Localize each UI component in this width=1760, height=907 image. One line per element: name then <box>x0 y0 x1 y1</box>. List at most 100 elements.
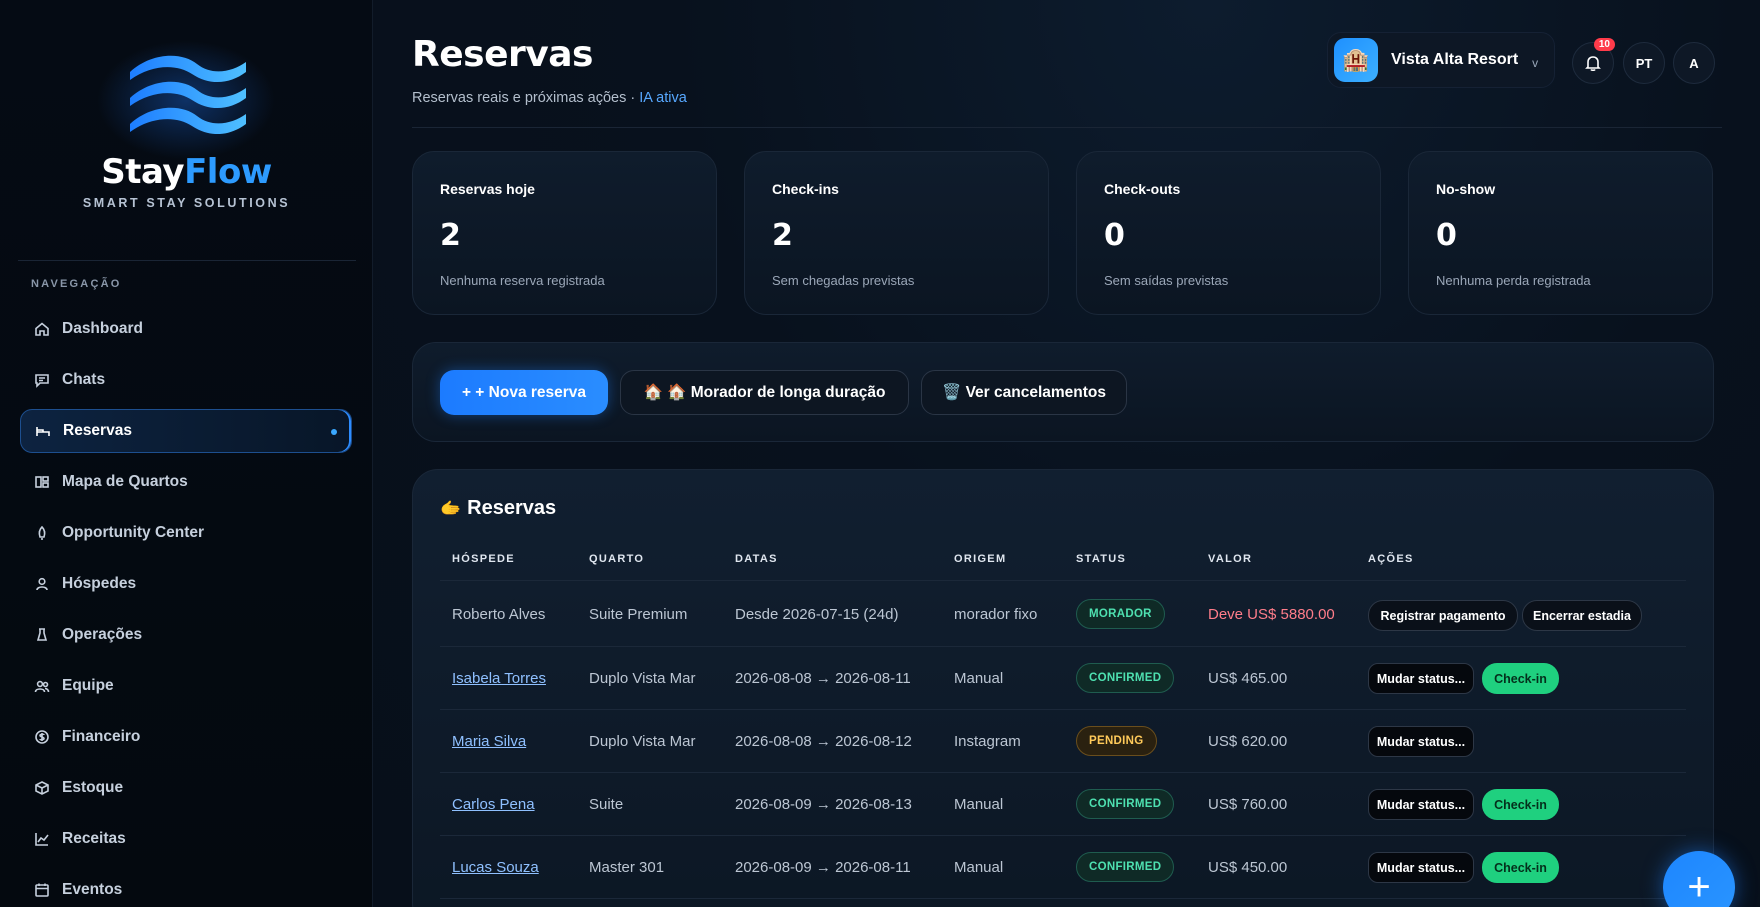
kpi-card-check-outs: Check-outs 0 Sem saídas previstas <box>1076 151 1381 315</box>
sidebar-item-label: Dashboard <box>62 320 143 337</box>
kpi-value: 2 <box>440 218 461 253</box>
page-subtitle: Reservas reais e próximas ações · IA ati… <box>412 90 687 106</box>
sidebar-item-chats[interactable]: Chats <box>20 358 352 402</box>
nav-section-title: NAVEGAÇÃO <box>31 278 122 290</box>
sidebar-item-label: Equipe <box>62 677 114 694</box>
kpi-label: Reservas hoje <box>440 181 535 197</box>
kpi-card-check-ins: Check-ins 2 Sem chegadas previstas <box>744 151 1049 315</box>
stay-dates: 2026-08-09 → 2026-08-11 <box>735 859 911 876</box>
bell-icon <box>1585 56 1601 72</box>
room-name: Duplo Vista Mar <box>589 670 696 687</box>
chat-icon <box>34 372 50 388</box>
team-icon <box>34 678 50 694</box>
status-badge: CONFIRMED <box>1076 789 1175 819</box>
language-button[interactable]: PT <box>1623 42 1665 84</box>
reservations-table-panel: 🫱 Reservas HÓSPEDE QUARTO DATAS ORIGEM S… <box>412 469 1714 907</box>
chart-icon <box>34 831 50 847</box>
kpi-card-reservas-hoje: Reservas hoje 2 Nenhuma reserva registra… <box>412 151 717 315</box>
hotel-selector[interactable]: 🏨 Vista Alta Resort v <box>1327 32 1555 88</box>
status-badge: PENDING <box>1076 726 1157 756</box>
bed-icon <box>35 423 51 439</box>
change-status-select[interactable]: Mudar status... <box>1368 663 1474 694</box>
avatar[interactable]: A <box>1673 42 1715 84</box>
change-status-select[interactable]: Mudar status... <box>1368 789 1474 820</box>
end-stay-button[interactable]: Encerrar estadia <box>1522 600 1642 631</box>
row-divider <box>440 709 1686 710</box>
row-divider <box>440 898 1686 899</box>
stay-dates: 2026-08-08 → 2026-08-11 <box>735 670 911 687</box>
table-title: 🫱 Reservas <box>440 497 557 519</box>
kpi-label: No-show <box>1436 181 1496 197</box>
sidebar-item-eventos[interactable]: Eventos <box>20 868 352 907</box>
check-in-button[interactable]: Check-in <box>1482 789 1559 820</box>
kpi-note: Nenhuma reserva registrada <box>440 273 605 288</box>
notifications-button[interactable]: 10 <box>1572 38 1615 84</box>
check-in-button[interactable]: Check-in <box>1482 663 1559 694</box>
sidebar-item-operacoes[interactable]: Operações <box>20 613 352 657</box>
register-payment-button[interactable]: Registrar pagamento <box>1368 600 1518 631</box>
flask-icon <box>34 627 50 643</box>
room-name: Duplo Vista Mar <box>589 733 696 750</box>
guest-name-link[interactable]: Lucas Souza <box>452 859 539 876</box>
sidebar-item-label: Receitas <box>62 830 126 847</box>
change-status-select[interactable]: Mudar status... <box>1368 726 1474 757</box>
active-indicator-dot <box>331 429 337 435</box>
kpi-note: Nenhuma perda registrada <box>1436 273 1591 288</box>
ia-status-link[interactable]: IA ativa <box>639 90 687 106</box>
handshake-icon: 🫱 <box>440 498 462 518</box>
booking-origin: Manual <box>954 796 1004 813</box>
reservation-value: US$ 620.00 <box>1208 733 1288 750</box>
sidebar-item-mapa-de-quartos[interactable]: Mapa de Quartos <box>20 460 352 504</box>
status-badge: CONFIRMED <box>1076 852 1175 882</box>
rocket-icon <box>34 525 50 541</box>
sidebar-item-reservas[interactable]: Reservas <box>20 409 352 453</box>
sidebar-item-dashboard[interactable]: Dashboard <box>20 307 352 351</box>
home-icon <box>34 321 50 337</box>
status-badge: MORADOR <box>1076 599 1165 629</box>
brand-logo: StayFlow SMART STAY SOLUTIONS <box>0 40 373 210</box>
guest-name-link[interactable]: Maria Silva <box>452 733 526 750</box>
kpi-value: 0 <box>1104 218 1125 253</box>
reservation-value: Deve US$ 5880.00 <box>1208 606 1335 623</box>
map-icon <box>34 474 50 490</box>
status-badge: CONFIRMED <box>1076 663 1175 693</box>
column-header-value: VALOR <box>1208 553 1253 565</box>
sidebar-divider <box>18 260 356 261</box>
sidebar-item-receitas[interactable]: Receitas <box>20 817 352 861</box>
brand-name: StayFlow <box>101 152 272 192</box>
brand-tagline: SMART STAY SOLUTIONS <box>82 196 291 210</box>
user-icon <box>34 576 50 592</box>
sidebar-item-hospedes[interactable]: Hóspedes <box>20 562 352 606</box>
booking-origin: Manual <box>954 859 1004 876</box>
sidebar-item-label: Chats <box>62 371 106 388</box>
column-header-origin: ORIGEM <box>954 553 1007 565</box>
row-divider <box>440 646 1686 647</box>
column-header-guest: HÓSPEDE <box>452 553 515 565</box>
sidebar-item-estoque[interactable]: Estoque <box>20 766 352 810</box>
view-cancellations-button[interactable]: 🗑️ Ver cancelamentos <box>921 370 1127 415</box>
sidebar-item-label: Estoque <box>62 779 124 796</box>
sidebar-item-equipe[interactable]: Equipe <box>20 664 352 708</box>
row-divider <box>440 772 1686 773</box>
sidebar-item-financeiro[interactable]: Financeiro <box>20 715 352 759</box>
guest-name-link[interactable]: Isabela Torres <box>452 670 546 687</box>
booking-origin: Instagram <box>954 733 1021 750</box>
stay-dates: 2026-08-08 → 2026-08-12 <box>735 733 912 750</box>
kpi-card-no-show: No-show 0 Nenhuma perda registrada <box>1408 151 1713 315</box>
kpi-label: Check-ins <box>772 181 839 197</box>
check-in-button[interactable]: Check-in <box>1482 852 1559 883</box>
sidebar-item-opportunity-center[interactable]: Opportunity Center <box>20 511 352 555</box>
change-status-select[interactable]: Mudar status... <box>1368 852 1474 883</box>
room-name: Suite <box>589 796 624 813</box>
room-name: Suite Premium <box>589 606 688 623</box>
long-stay-resident-button[interactable]: 🏠 🏠 Morador de longa duração <box>620 370 909 415</box>
waves-logo-icon <box>129 55 246 134</box>
guest-name-link[interactable]: Carlos Pena <box>452 796 535 813</box>
hotel-icon: 🏨 <box>1334 38 1378 82</box>
sidebar-item-label: Eventos <box>62 881 123 898</box>
room-name: Master 301 <box>589 859 665 876</box>
hotel-name: Vista Alta Resort <box>1391 51 1519 68</box>
booking-origin: morador fixo <box>954 606 1038 623</box>
new-reservation-button[interactable]: + + Nova reserva <box>440 370 608 415</box>
reservation-value: US$ 465.00 <box>1208 670 1288 687</box>
